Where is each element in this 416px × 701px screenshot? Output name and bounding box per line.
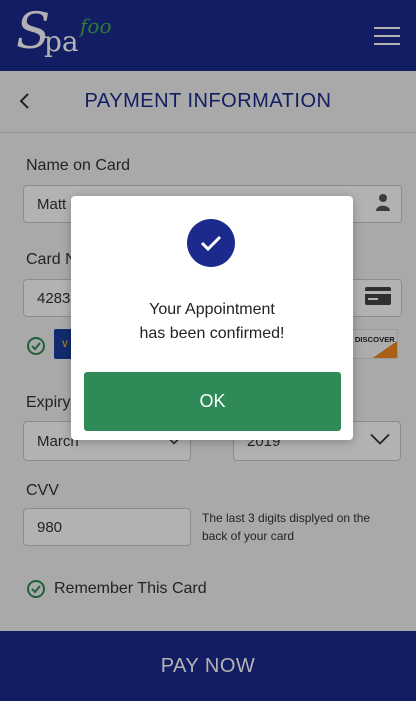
confirmation-line-1: Your Appointment (149, 301, 275, 318)
confirmation-dialog: Your Appointment has been confirmed! OK (71, 196, 353, 440)
ok-button[interactable]: OK (84, 372, 341, 431)
confirmation-line-2: has been confirmed! (139, 325, 285, 342)
confirmation-message: Your Appointment has been confirmed! (71, 298, 353, 346)
checkmark-icon (187, 219, 235, 267)
